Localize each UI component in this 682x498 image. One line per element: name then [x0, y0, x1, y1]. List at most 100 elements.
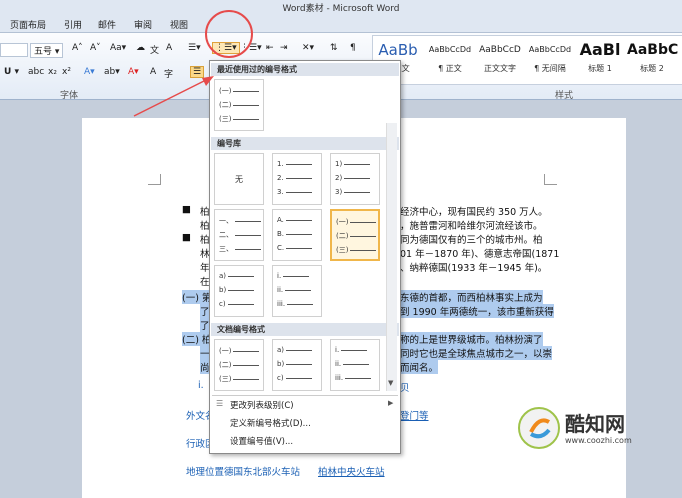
styles-gallery: AaBb ¶ 正文 AaBbCcDd ¶ 正文 AaBbCcD 正文文字 AaBbCc… — [372, 35, 682, 85]
numbering-format-none[interactable]: 无 — [214, 153, 264, 205]
sort-icon[interactable]: ⇅ — [330, 43, 338, 53]
style-label: 标题 2 — [640, 64, 664, 73]
doc-text-selected: 同时它也是全球焦点城市之一，以崇 — [400, 346, 553, 360]
style-item[interactable]: AaBbC 标题 2 — [627, 40, 679, 74]
menu-set-number-value[interactable]: 设置编号值(V)... — [230, 435, 293, 447]
doc-link[interactable]: 柏林中央火车站 — [318, 464, 385, 478]
shrink-font-icon[interactable]: A˅ — [90, 43, 101, 53]
decrease-indent-icon[interactable]: ⇤ — [266, 43, 274, 53]
doc-text: 同为德国仅有的三个的城市州。柏 — [400, 235, 543, 246]
numbering-format-recent[interactable]: (一) (二) (三) — [214, 79, 264, 131]
numbering-format-document[interactable]: a) b) c) — [272, 339, 322, 391]
style-item[interactable]: AaBbCcDd ¶ 正文 — [425, 40, 475, 74]
doc-text: ，施普雷河和哈维尔河流经该市。 — [400, 221, 543, 232]
logo-icon — [518, 407, 560, 449]
numbering-format-item[interactable]: a) b) c) — [214, 265, 264, 317]
numbering-format-item[interactable]: i. ii. iii. — [272, 265, 322, 317]
show-marks-icon[interactable]: ¶ — [350, 43, 356, 53]
numbering-dropdown: 最近使用过的编号格式 (一) (二) (三) 编号库 无 1. 2. 3. 1)… — [209, 60, 401, 454]
style-label: 标题 1 — [588, 64, 612, 73]
submenu-arrow-icon: ▶ — [388, 399, 394, 407]
format-row: (二) — [219, 100, 260, 110]
doc-text-blue: 贝 — [400, 383, 410, 394]
doc-text-selected: 而闻名。 — [400, 360, 439, 374]
font-size-box[interactable]: 五号 ▾ — [30, 43, 64, 58]
margin-mark — [544, 174, 557, 185]
doc-text: 01 年－1870 年)、德意志帝国(1871 — [400, 249, 560, 260]
doc-text: 经济中心，现有国民约 350 万人。 — [400, 207, 548, 218]
change-case-icon[interactable]: Aa▾ — [110, 43, 126, 53]
tab-references[interactable]: 引用 — [64, 18, 82, 31]
style-sample: AaBbC — [627, 42, 679, 58]
highlight-circle — [205, 10, 253, 58]
numbering-format-selected[interactable]: (一) (二) (三) — [330, 209, 380, 261]
format-none-label: 无 — [235, 175, 243, 184]
logo-url: www.coozhi.com — [565, 436, 632, 445]
doc-text-selected: 称的上是世界级城市。柏林扮演了 — [400, 332, 543, 346]
underline-icon[interactable]: U ▾ — [4, 67, 19, 77]
indent-list-icon: ☰ — [216, 399, 224, 408]
numbering-format-document[interactable]: i. ii. iii. — [330, 339, 380, 391]
style-sample: AaBbCcDd — [528, 45, 572, 54]
numbering-format-item[interactable]: 1) 2) 3) — [330, 153, 380, 205]
ribbon-tabs: 页面布局 引用 邮件 审阅 视图 — [0, 14, 682, 33]
style-label: ¶ 正文 — [438, 64, 462, 73]
doc-text-blue: i. — [198, 380, 204, 391]
increase-indent-icon[interactable]: ⇥ — [280, 43, 288, 53]
menu-define-new-format[interactable]: 定义新编号格式(D)... — [230, 417, 311, 429]
bullets-icon[interactable]: ☰▾ — [188, 43, 201, 53]
style-item[interactable]: AaBbCcDd ¶ 无间隔 — [525, 40, 575, 74]
subscript-icon[interactable]: x₂ — [48, 67, 57, 77]
border-char-icon[interactable]: A — [166, 43, 172, 53]
style-sample: AaBl — [579, 40, 621, 59]
scroll-down-icon[interactable]: ▼ — [388, 379, 393, 387]
doc-link[interactable]: 登门等 — [400, 408, 429, 422]
dropdown-scrollbar[interactable]: ▼ — [386, 123, 397, 391]
grow-font-icon[interactable]: A˄ — [72, 43, 83, 53]
doc-text-selected: 东德的首都，而西柏林事实上成为 — [400, 290, 543, 304]
doc-text-selected: (一) 第 — [182, 290, 212, 304]
font-size-value: 五号 — [34, 47, 53, 57]
bullet-icon: ■ — [182, 232, 191, 243]
tab-mailings[interactable]: 邮件 — [98, 18, 116, 31]
window-title: Word素材 - Microsoft Word — [282, 4, 400, 14]
doc-text-selected: (二) 柏 — [182, 332, 212, 346]
phonetic-icon[interactable]: 文 — [150, 43, 159, 56]
tab-page-layout[interactable]: 页面布局 — [10, 18, 46, 31]
style-sample: AaBbCcDd — [428, 45, 472, 54]
highlight-icon[interactable]: ab▾ — [104, 67, 120, 77]
tab-view[interactable]: 视图 — [170, 18, 188, 31]
menu-change-list-level[interactable]: 更改列表级别(C) — [230, 399, 294, 411]
numbering-format-item[interactable]: A. B. C. — [272, 209, 322, 261]
doc-text-selected: 到 1990 年两德统一，该市重新获得 — [400, 304, 554, 318]
doc-text: 、纳粹德国(1933 年－1945 年)。 — [400, 263, 548, 274]
font-name-box[interactable] — [0, 43, 28, 57]
tab-review[interactable]: 审阅 — [134, 18, 152, 31]
margin-mark — [148, 174, 161, 185]
style-label: ¶ 无间隔 — [534, 64, 566, 73]
recent-formats-header: 最近使用过的编号格式 — [211, 63, 399, 76]
numbering-format-item[interactable]: 一、 二、 三、 — [214, 209, 264, 261]
numbering-library-header: 编号库 — [211, 137, 399, 150]
logo-name: 酷知网 — [565, 412, 625, 436]
numbering-format-item[interactable]: 1. 2. 3. — [272, 153, 322, 205]
strikethrough-icon[interactable]: abc — [28, 67, 44, 77]
bullet-icon: ■ — [182, 204, 191, 215]
superscript-icon[interactable]: x² — [62, 67, 71, 77]
document-formats-header: 文档编号格式 — [211, 323, 399, 336]
annotation-arrow — [133, 76, 214, 117]
text-effect-icon[interactable]: A▾ — [84, 67, 95, 77]
style-sample: AaBbCcD — [479, 45, 521, 55]
style-label: 正文文字 — [484, 64, 516, 73]
format-row: (一) — [219, 86, 260, 96]
chinese-layout-icon[interactable]: ✕▾ — [302, 43, 314, 53]
doc-text-blue: 地理位置德国东北部火车站 — [186, 467, 301, 478]
style-item[interactable]: AaBbCcD 正文文字 — [475, 40, 525, 74]
watermark-logo: 酷知网 www.coozhi.com — [515, 400, 675, 460]
title-bar: Word素材 - Microsoft Word — [0, 0, 682, 14]
style-sample: AaBb — [378, 41, 418, 59]
menu-separator — [212, 395, 398, 396]
clear-format-icon[interactable]: ☁ — [136, 43, 145, 53]
style-item[interactable]: AaBl 标题 1 — [575, 40, 625, 74]
numbering-format-document[interactable]: (一) (二) (三) — [214, 339, 264, 391]
